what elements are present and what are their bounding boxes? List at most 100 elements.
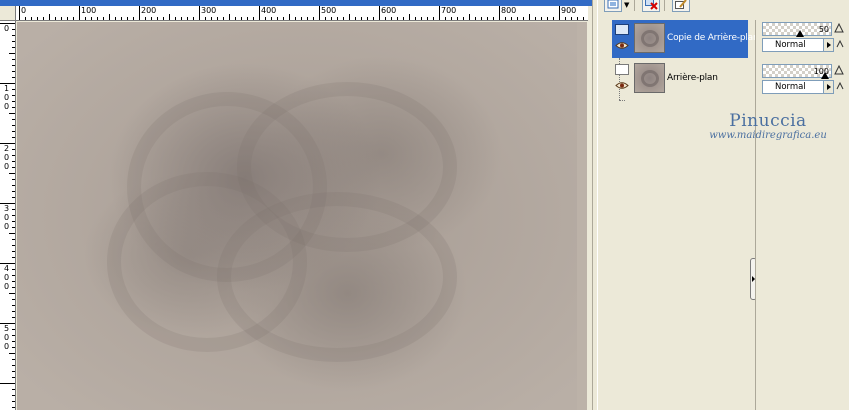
layer-properties-column: 50 Normal 100 Normal xyxy=(755,20,849,410)
ruler-tick xyxy=(457,17,458,20)
ruler-tick xyxy=(325,17,326,20)
ruler-label: 5 xyxy=(3,324,10,333)
ruler-tick xyxy=(223,17,224,20)
ruler-tick xyxy=(12,59,15,60)
ruler-tick xyxy=(163,17,164,20)
ruler-tick xyxy=(31,17,32,20)
ruler-tick xyxy=(205,17,206,20)
visibility-eye-icon[interactable] xyxy=(615,41,629,50)
ruler-label: 700 xyxy=(441,6,457,15)
ruler-tick xyxy=(187,17,188,20)
lock-transparency-icon[interactable] xyxy=(834,65,844,75)
ruler-tick xyxy=(169,14,170,20)
link-set-icon[interactable] xyxy=(836,81,846,91)
layer-name[interactable]: Copie de Arrière-plan xyxy=(667,33,759,44)
blend-mode-select[interactable]: Normal xyxy=(762,38,834,52)
ruler-tick xyxy=(12,197,15,198)
new-layer-button[interactable] xyxy=(604,0,622,12)
ruler-tick xyxy=(487,17,488,20)
layers-toolbar: ▼ xyxy=(598,0,849,14)
ruler-label: 400 xyxy=(261,6,277,15)
ruler-tick xyxy=(415,17,416,20)
ruler-tick xyxy=(373,17,374,20)
ruler-tick xyxy=(511,17,512,20)
new-layer-dropdown-icon[interactable]: ▼ xyxy=(624,1,629,9)
ruler-tick xyxy=(463,17,464,20)
layer-list: Copie de Arrière-plan Arrière-plan xyxy=(612,20,759,410)
opacity-value: 100 xyxy=(813,67,829,76)
ruler-tick xyxy=(151,17,152,20)
ruler-label: 1 xyxy=(3,84,10,93)
ruler-tick xyxy=(445,17,446,20)
ruler-tick xyxy=(91,17,92,20)
ruler-tick xyxy=(403,17,404,20)
ruler-tick xyxy=(12,191,15,192)
ruler-tick xyxy=(247,17,248,20)
delete-layer-button[interactable] xyxy=(642,0,660,12)
ruler-tick xyxy=(49,14,50,20)
ruler-tick xyxy=(379,6,380,20)
ruler-tick xyxy=(73,17,74,20)
ruler-tick xyxy=(337,17,338,20)
ruler-label: 0 xyxy=(3,342,10,351)
ruler-tick xyxy=(451,17,452,20)
ruler-tick xyxy=(385,17,386,20)
layer-row-copie-de-arriere-plan[interactable]: Copie de Arrière-plan xyxy=(612,20,759,58)
ruler-tick xyxy=(439,6,440,20)
raster-layer-type-icon xyxy=(615,64,629,75)
ruler-label: 2 xyxy=(3,144,10,153)
visibility-eye-icon[interactable] xyxy=(615,81,629,90)
ruler-tick xyxy=(12,77,15,78)
ruler-label: 200 xyxy=(141,6,157,15)
layer-row-arriere-plan[interactable]: Arrière-plan xyxy=(612,60,748,98)
ruler-tick xyxy=(349,14,350,20)
opacity-slider[interactable]: 50 xyxy=(762,22,832,37)
opacity-value: 50 xyxy=(818,25,829,34)
ruler-tick xyxy=(12,125,15,126)
layer-name[interactable]: Arrière-plan xyxy=(667,73,718,84)
layer-properties-button[interactable] xyxy=(672,0,690,12)
opacity-slider[interactable]: 100 xyxy=(762,64,832,79)
ruler-tick xyxy=(12,329,15,330)
ruler-tick xyxy=(523,17,524,20)
blend-mode-select[interactable]: Normal xyxy=(762,80,834,94)
ruler-tick xyxy=(241,17,242,20)
ruler-label: 800 xyxy=(501,6,517,15)
ruler-tick xyxy=(127,17,128,20)
opacity-slider-thumb[interactable] xyxy=(796,30,804,37)
ruler-label: 600 xyxy=(381,6,397,15)
ruler-tick xyxy=(229,14,230,20)
ruler-label: 0 xyxy=(3,282,10,291)
ruler-tick xyxy=(199,6,200,20)
ruler-label: 0 xyxy=(3,93,10,102)
ruler-tick xyxy=(55,17,56,20)
ruler-tick xyxy=(331,17,332,20)
ruler-tick xyxy=(12,395,15,396)
watermark-title: Pinuccia xyxy=(729,111,807,131)
ruler-tick xyxy=(12,131,15,132)
ruler-tick xyxy=(12,299,15,300)
image-canvas[interactable] xyxy=(17,22,587,410)
vertical-ruler: 0100200300400500 xyxy=(0,21,16,410)
blend-mode-arrow-icon[interactable] xyxy=(823,81,833,93)
ruler-tick xyxy=(12,119,15,120)
ruler-corner xyxy=(0,6,16,21)
ruler-tick xyxy=(481,17,482,20)
ruler-tick xyxy=(12,245,15,246)
ruler-tick xyxy=(391,17,392,20)
ruler-tick xyxy=(355,17,356,20)
lock-transparency-icon[interactable] xyxy=(834,23,844,33)
ruler-tick xyxy=(12,287,15,288)
layers-palette: ▼ Copie de Arrière-plan Arrière-plan 50 … xyxy=(598,0,849,410)
toolbar-separator xyxy=(634,0,635,11)
ruler-tick xyxy=(553,17,554,20)
ruler-tick xyxy=(12,281,15,282)
toolbar-separator xyxy=(664,0,665,11)
ruler-tick xyxy=(9,113,15,114)
link-set-icon[interactable] xyxy=(836,39,846,49)
blend-mode-arrow-icon[interactable] xyxy=(823,39,833,51)
ruler-tick xyxy=(109,14,110,20)
ruler-label: 0 xyxy=(3,273,10,282)
ruler-tick xyxy=(12,179,15,180)
ruler-tick xyxy=(12,221,15,222)
